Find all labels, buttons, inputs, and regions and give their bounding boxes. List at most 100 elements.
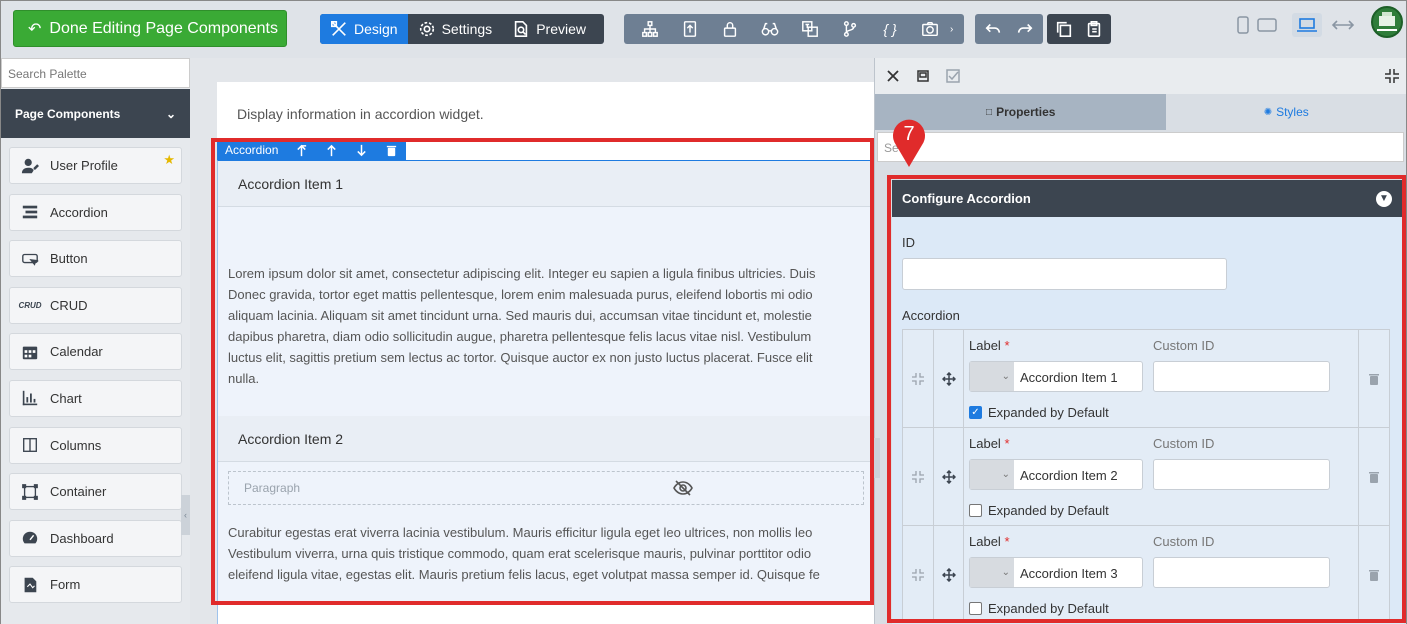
palette-item-chart[interactable]: Chart <box>9 379 182 417</box>
label-input[interactable]: ⌄ Accordion Item 3 <box>969 557 1143 588</box>
document-search-icon <box>514 20 528 38</box>
expanded-by-default-checkbox[interactable]: Expanded by Default <box>969 601 1109 616</box>
delete-row-button[interactable] <box>1359 526 1389 623</box>
configure-accordion-section: Configure Accordion ▼ ID Accordion Label… <box>892 180 1404 624</box>
step-number: 7 <box>903 123 915 145</box>
component-palette: Search Palette Page Components ⌄ User Pr… <box>1 58 190 624</box>
history-group <box>975 14 1043 44</box>
palette-item-calendar[interactable]: Calendar <box>9 333 182 371</box>
compress-icon[interactable] <box>1384 68 1400 84</box>
document-icon: □ <box>986 106 993 118</box>
favorite-star-icon[interactable]: ★ <box>163 152 175 168</box>
laptop-view-button[interactable] <box>1292 13 1322 37</box>
done-editing-button[interactable]: ↶ Done Editing Page Components <box>13 10 287 47</box>
code-braces-icon: { } <box>883 21 897 37</box>
label-input[interactable]: ⌄ Accordion Item 1 <box>969 361 1143 392</box>
palette-collapse-handle[interactable]: ‹ <box>181 495 190 535</box>
accordion-item-fields: Label * Custom ID ⌄ Accordion Item 3 Exp… <box>964 526 1359 623</box>
code-button[interactable]: { } <box>870 14 910 44</box>
language-select[interactable]: ⌄ <box>970 362 1014 391</box>
container-icon <box>20 483 40 501</box>
component-frame-icon[interactable] <box>915 68 931 84</box>
expanded-by-default-checkbox[interactable]: ✓ Expanded by Default <box>969 405 1109 420</box>
undo-button[interactable] <box>977 14 1009 44</box>
custom-id-input[interactable] <box>1153 459 1330 490</box>
move-arrows-icon <box>941 469 956 484</box>
palette-item-user-profile[interactable]: User Profile ★ <box>9 147 182 184</box>
sitemap-icon <box>642 21 658 37</box>
upload-file-button[interactable] <box>670 14 710 44</box>
paste-button[interactable] <box>1079 14 1109 44</box>
panel-header <box>875 58 1406 94</box>
copy-button[interactable] <box>1049 14 1079 44</box>
palette-item-form[interactable]: Form <box>9 566 182 604</box>
palette-item-button[interactable]: Button <box>9 240 182 278</box>
fit-width-button[interactable] <box>1328 13 1358 37</box>
tab-styles[interactable]: ✺ Styles <box>1166 94 1406 130</box>
tablet-view-button[interactable] <box>1252 13 1282 37</box>
translate-button[interactable] <box>790 14 830 44</box>
collapse-row-handle[interactable] <box>903 428 934 525</box>
accordion-item-2-header[interactable]: Accordion Item 2 <box>218 416 874 462</box>
tools-overflow-chevron-icon[interactable]: › <box>950 24 958 35</box>
branch-button[interactable] <box>830 14 870 44</box>
accordion-item-1-header[interactable]: Accordion Item 1 <box>218 161 874 207</box>
user-avatar[interactable] <box>1371 6 1403 38</box>
move-up-button[interactable] <box>316 144 346 157</box>
done-editing-label: Done Editing Page Components <box>49 19 278 37</box>
id-input[interactable] <box>902 258 1227 290</box>
accordion-component-label[interactable]: Accordion <box>217 143 286 157</box>
accordion-component-toolbar: Accordion <box>217 140 406 160</box>
drag-row-handle[interactable] <box>934 428 964 525</box>
palette-item-accordion[interactable]: Accordion <box>9 193 182 231</box>
delete-component-button[interactable] <box>376 144 406 157</box>
chevron-down-circle-icon[interactable]: ▼ <box>1376 190 1392 207</box>
mode-switcher: Design Settings Preview <box>320 14 604 44</box>
clipboard-group <box>1047 14 1111 44</box>
preview-mode-button[interactable]: Preview <box>502 14 596 44</box>
design-mode-button[interactable]: Design <box>320 14 408 44</box>
collapse-row-handle[interactable] <box>903 330 934 427</box>
collapse-row-handle[interactable] <box>903 526 934 623</box>
checkbox-checked-icon[interactable] <box>945 68 961 84</box>
drag-row-handle[interactable] <box>934 330 964 427</box>
accordion-component[interactable]: Accordion Item 1 Lorem ipsum dolor sit a… <box>217 160 874 624</box>
crud-icon: CRUD <box>18 300 42 310</box>
drag-row-handle[interactable] <box>934 526 964 623</box>
panel-resize-handle[interactable] <box>874 438 880 478</box>
expanded-by-default-checkbox[interactable]: Expanded by Default <box>969 503 1109 518</box>
custom-id-input[interactable] <box>1153 361 1330 392</box>
delete-row-button[interactable] <box>1359 330 1389 427</box>
gear-icon <box>419 21 434 37</box>
paragraph-placeholder[interactable]: Paragraph <box>228 471 864 505</box>
compress-small-icon <box>912 470 924 483</box>
close-icon[interactable] <box>885 68 901 84</box>
label-input[interactable]: ⌄ Accordion Item 2 <box>969 459 1143 490</box>
lock-button[interactable] <box>710 14 750 44</box>
select-parent-button[interactable] <box>286 144 316 157</box>
accordion-icon <box>20 203 40 221</box>
laptop-icon <box>1297 18 1317 32</box>
page-components-header[interactable]: Page Components ⌄ <box>1 89 190 138</box>
settings-mode-button[interactable]: Settings <box>408 14 503 44</box>
delete-row-button[interactable] <box>1359 428 1389 525</box>
binoculars-button[interactable] <box>750 14 790 44</box>
redo-button[interactable] <box>1009 14 1041 44</box>
properties-search-input[interactable]: Se <box>877 132 1404 162</box>
move-arrows-icon <box>941 371 956 386</box>
custom-id-input[interactable] <box>1153 557 1330 588</box>
arrow-up-parent-icon <box>297 144 306 156</box>
step-callout-marker: 7 <box>891 117 927 169</box>
screenshot-button[interactable] <box>910 14 950 44</box>
palette-item-crud[interactable]: CRUD CRUD <box>9 286 182 324</box>
palette-item-dashboard[interactable]: Dashboard <box>9 519 182 557</box>
language-select[interactable]: ⌄ <box>970 460 1014 489</box>
palette-item-columns[interactable]: Columns <box>9 426 182 464</box>
move-down-button[interactable] <box>346 144 376 157</box>
language-select[interactable]: ⌄ <box>970 558 1014 587</box>
sitemap-button[interactable] <box>630 14 670 44</box>
eye-slash-icon[interactable] <box>673 480 693 496</box>
palette-search-input[interactable]: Search Palette <box>1 58 190 88</box>
configure-accordion-header[interactable]: Configure Accordion ▼ <box>892 180 1404 217</box>
palette-item-container[interactable]: Container <box>9 473 182 511</box>
